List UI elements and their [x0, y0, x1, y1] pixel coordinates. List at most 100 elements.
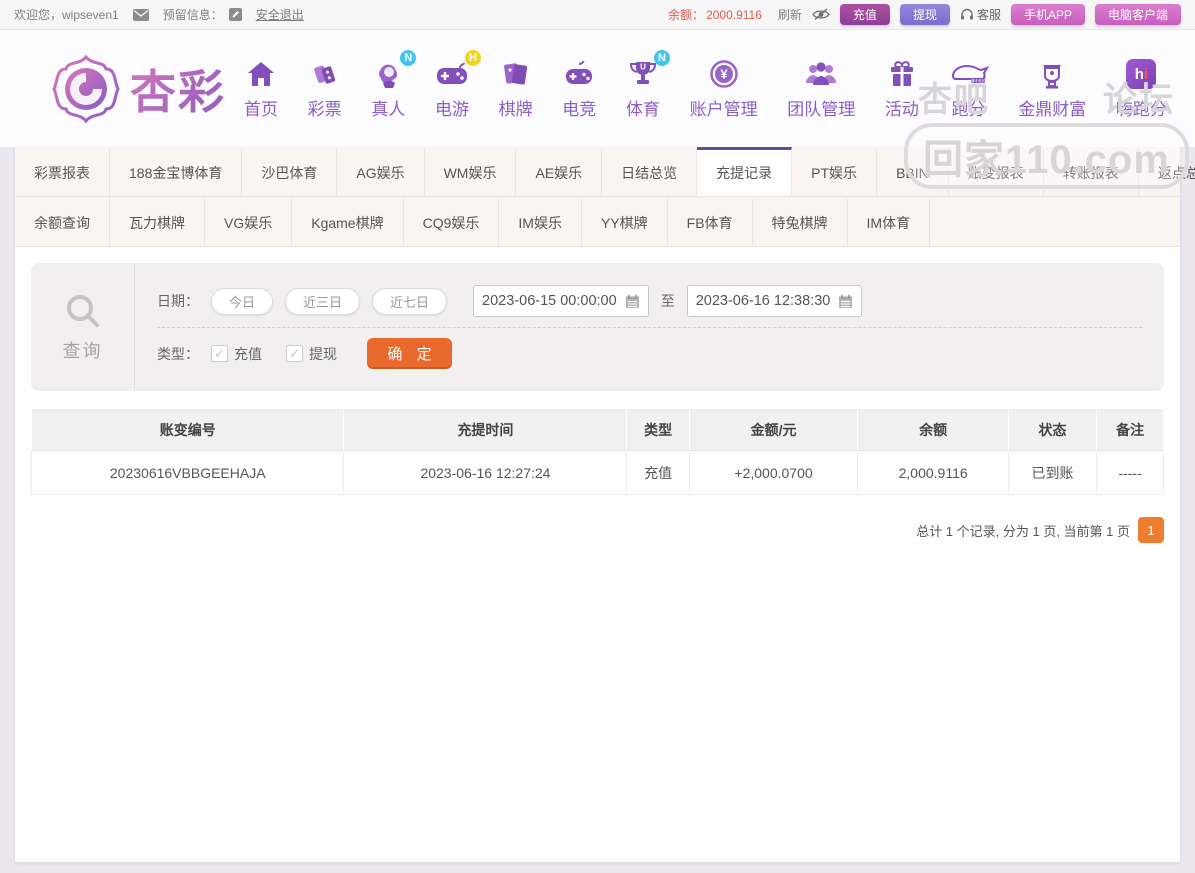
tab-saba-sports[interactable]: 沙巴体育: [242, 147, 337, 196]
tab-daily-summary[interactable]: 日结总览: [602, 147, 697, 196]
live-dealer-icon: N: [373, 57, 403, 91]
yuan-coin-icon: ¥: [710, 57, 738, 91]
page-1-button[interactable]: 1: [1138, 517, 1164, 543]
topbar: 欢迎您，wipseven1 预留信息： 安全退出 余额： 2000.9116 刷…: [0, 0, 1195, 30]
nav-egames[interactable]: H 电游: [435, 57, 469, 120]
esports-gamepad-icon: [564, 57, 594, 91]
tab-tetu[interactable]: 特兔棋牌: [753, 197, 848, 246]
query-button[interactable]: 查询: [31, 263, 135, 391]
date-label: 日期：: [157, 291, 199, 311]
tab-rebate-total[interactable]: 返点总额: [1139, 147, 1195, 196]
recharge-button[interactable]: 充值: [840, 4, 890, 25]
tab-account-change-report[interactable]: 账变报表: [949, 147, 1044, 196]
tab-im-sports[interactable]: IM体育: [848, 197, 931, 246]
customer-service-link[interactable]: 客服: [960, 6, 1001, 23]
tab-balance-query[interactable]: 余额查询: [15, 197, 110, 246]
checkbox-check-icon: ✓: [286, 345, 303, 362]
tab-fb-sports[interactable]: FB体育: [668, 197, 753, 246]
tab-ag[interactable]: AG娱乐: [337, 147, 424, 196]
tab-ae[interactable]: AE娱乐: [516, 147, 602, 196]
balance-value: 2000.9116: [706, 8, 762, 22]
trophy-icon: U N: [629, 57, 657, 91]
tab-vg[interactable]: VG娱乐: [205, 197, 292, 246]
col-balance: 余额: [858, 409, 1009, 451]
ding-trophy-icon: [1039, 57, 1065, 91]
reserved-info-label: 预留信息：: [163, 6, 223, 23]
main-nav: 首页 彩票 N 真人 H 电游 棋牌: [244, 57, 1177, 120]
gamepad-icon: H: [436, 57, 468, 91]
nav-sports[interactable]: U N 体育: [626, 57, 660, 120]
table-row: 20230616VBBGEEHAJA 2023-06-16 12:27:24 充…: [32, 451, 1164, 495]
report-tabs-row-2: 余额查询 瓦力棋牌 VG娱乐 Kgame棋牌 CQ9娱乐 IM娱乐 YY棋牌 F…: [15, 197, 1180, 247]
nav-account-management[interactable]: ¥ 账户管理: [690, 57, 758, 120]
calendar-icon: [838, 294, 853, 309]
logout-link[interactable]: 安全退出: [256, 6, 304, 23]
eye-off-icon[interactable]: [812, 8, 830, 21]
cell-status: 已到账: [1008, 451, 1096, 495]
nav-hi-paofen[interactable]: hi 嗨跑分: [1116, 57, 1167, 120]
nav-team-management[interactable]: 团队管理: [787, 57, 855, 120]
tab-188-sports[interactable]: 188金宝博体育: [110, 147, 242, 196]
pagination-summary: 总计 1 个记录, 分为 1 页, 当前第 1 页: [916, 521, 1130, 540]
rhino-icon: 赚丰收好: [949, 57, 989, 91]
svg-text:U: U: [640, 63, 646, 72]
nav-jinding-wealth[interactable]: 金鼎财富: [1018, 57, 1086, 120]
site-logo[interactable]: 杏彩: [50, 53, 226, 125]
withdraw-button[interactable]: 提现: [900, 4, 950, 25]
col-time: 充提时间: [344, 409, 627, 451]
col-remark: 备注: [1097, 409, 1164, 451]
welcome-text: 欢迎您，wipseven1: [14, 6, 119, 23]
edit-icon[interactable]: [229, 8, 242, 21]
cell-amount: +2,000.0700: [689, 451, 858, 495]
tab-kgame[interactable]: Kgame棋牌: [292, 197, 403, 246]
recharge-checkbox[interactable]: ✓ 充值: [211, 344, 262, 364]
tab-pt[interactable]: PT娱乐: [792, 147, 877, 196]
tab-lottery-report[interactable]: 彩票报表: [15, 147, 110, 196]
records-table: 账变编号 充提时间 类型 金额/元 余额 状态 备注 20230616VBBGE…: [31, 408, 1164, 495]
tab-wali[interactable]: 瓦力棋牌: [110, 197, 205, 246]
svg-text:赚丰收好: 赚丰收好: [971, 78, 985, 83]
tab-yy[interactable]: YY棋牌: [582, 197, 668, 246]
col-change-id: 账变编号: [32, 409, 344, 451]
withdraw-checkbox[interactable]: ✓ 提现: [286, 344, 337, 364]
nav-live-casino[interactable]: N 真人: [371, 57, 405, 120]
nav-esports[interactable]: 电竞: [562, 57, 596, 120]
customer-service-label: 客服: [977, 6, 1001, 23]
tab-im-entertainment[interactable]: IM娱乐: [499, 197, 582, 246]
tab-wm[interactable]: WM娱乐: [425, 147, 517, 196]
new-badge: N: [400, 50, 416, 66]
quick-today-button[interactable]: 今日: [211, 288, 273, 315]
tab-bbin[interactable]: BBIN: [877, 147, 949, 196]
checkbox-check-icon: ✓: [211, 345, 228, 362]
cell-remark: -----: [1097, 451, 1164, 495]
cell-balance: 2,000.9116: [858, 451, 1009, 495]
logo-flower-icon: [50, 53, 122, 125]
tab-cq9[interactable]: CQ9娱乐: [404, 197, 500, 246]
team-icon: [804, 57, 838, 91]
col-amount: 金额/元: [689, 409, 858, 451]
cell-change-id: 20230616VBBGEEHAJA: [32, 451, 344, 495]
date-to-input[interactable]: 2023-06-16 12:38:30: [687, 285, 863, 317]
envelope-icon[interactable]: [133, 9, 149, 21]
mobile-app-button[interactable]: 手机APP: [1011, 4, 1085, 25]
cell-time: 2023-06-16 12:27:24: [344, 451, 627, 495]
nav-lottery[interactable]: 彩票: [308, 57, 342, 120]
new-badge: N: [654, 50, 670, 66]
tab-transfer-report[interactable]: 转账报表: [1044, 147, 1139, 196]
quick-3days-button[interactable]: 近三日: [285, 288, 360, 315]
headset-icon: [960, 8, 974, 21]
nav-board-games[interactable]: 棋牌: [499, 57, 533, 120]
confirm-button[interactable]: 确 定: [367, 338, 452, 369]
quick-7days-button[interactable]: 近七日: [372, 288, 447, 315]
date-from-input[interactable]: 2023-06-15 00:00:00: [473, 285, 649, 317]
refresh-link[interactable]: 刷新: [778, 6, 802, 23]
nav-paofen[interactable]: 赚丰收好 跑分: [949, 57, 989, 120]
pc-client-button[interactable]: 电脑客户端: [1095, 4, 1181, 25]
tab-recharge-withdraw-records[interactable]: 充提记录: [697, 147, 792, 196]
main-panel: 彩票报表 188金宝博体育 沙巴体育 AG娱乐 WM娱乐 AE娱乐 日结总览 充…: [15, 147, 1180, 862]
nav-home[interactable]: 首页: [244, 57, 278, 120]
hi-app-icon: hi: [1126, 57, 1156, 91]
nav-promotions[interactable]: 活动: [885, 57, 919, 120]
balance-label: 余额：: [668, 6, 704, 23]
type-filter-row: 类型： ✓ 充值 ✓ 提现 确 定: [157, 328, 1142, 379]
